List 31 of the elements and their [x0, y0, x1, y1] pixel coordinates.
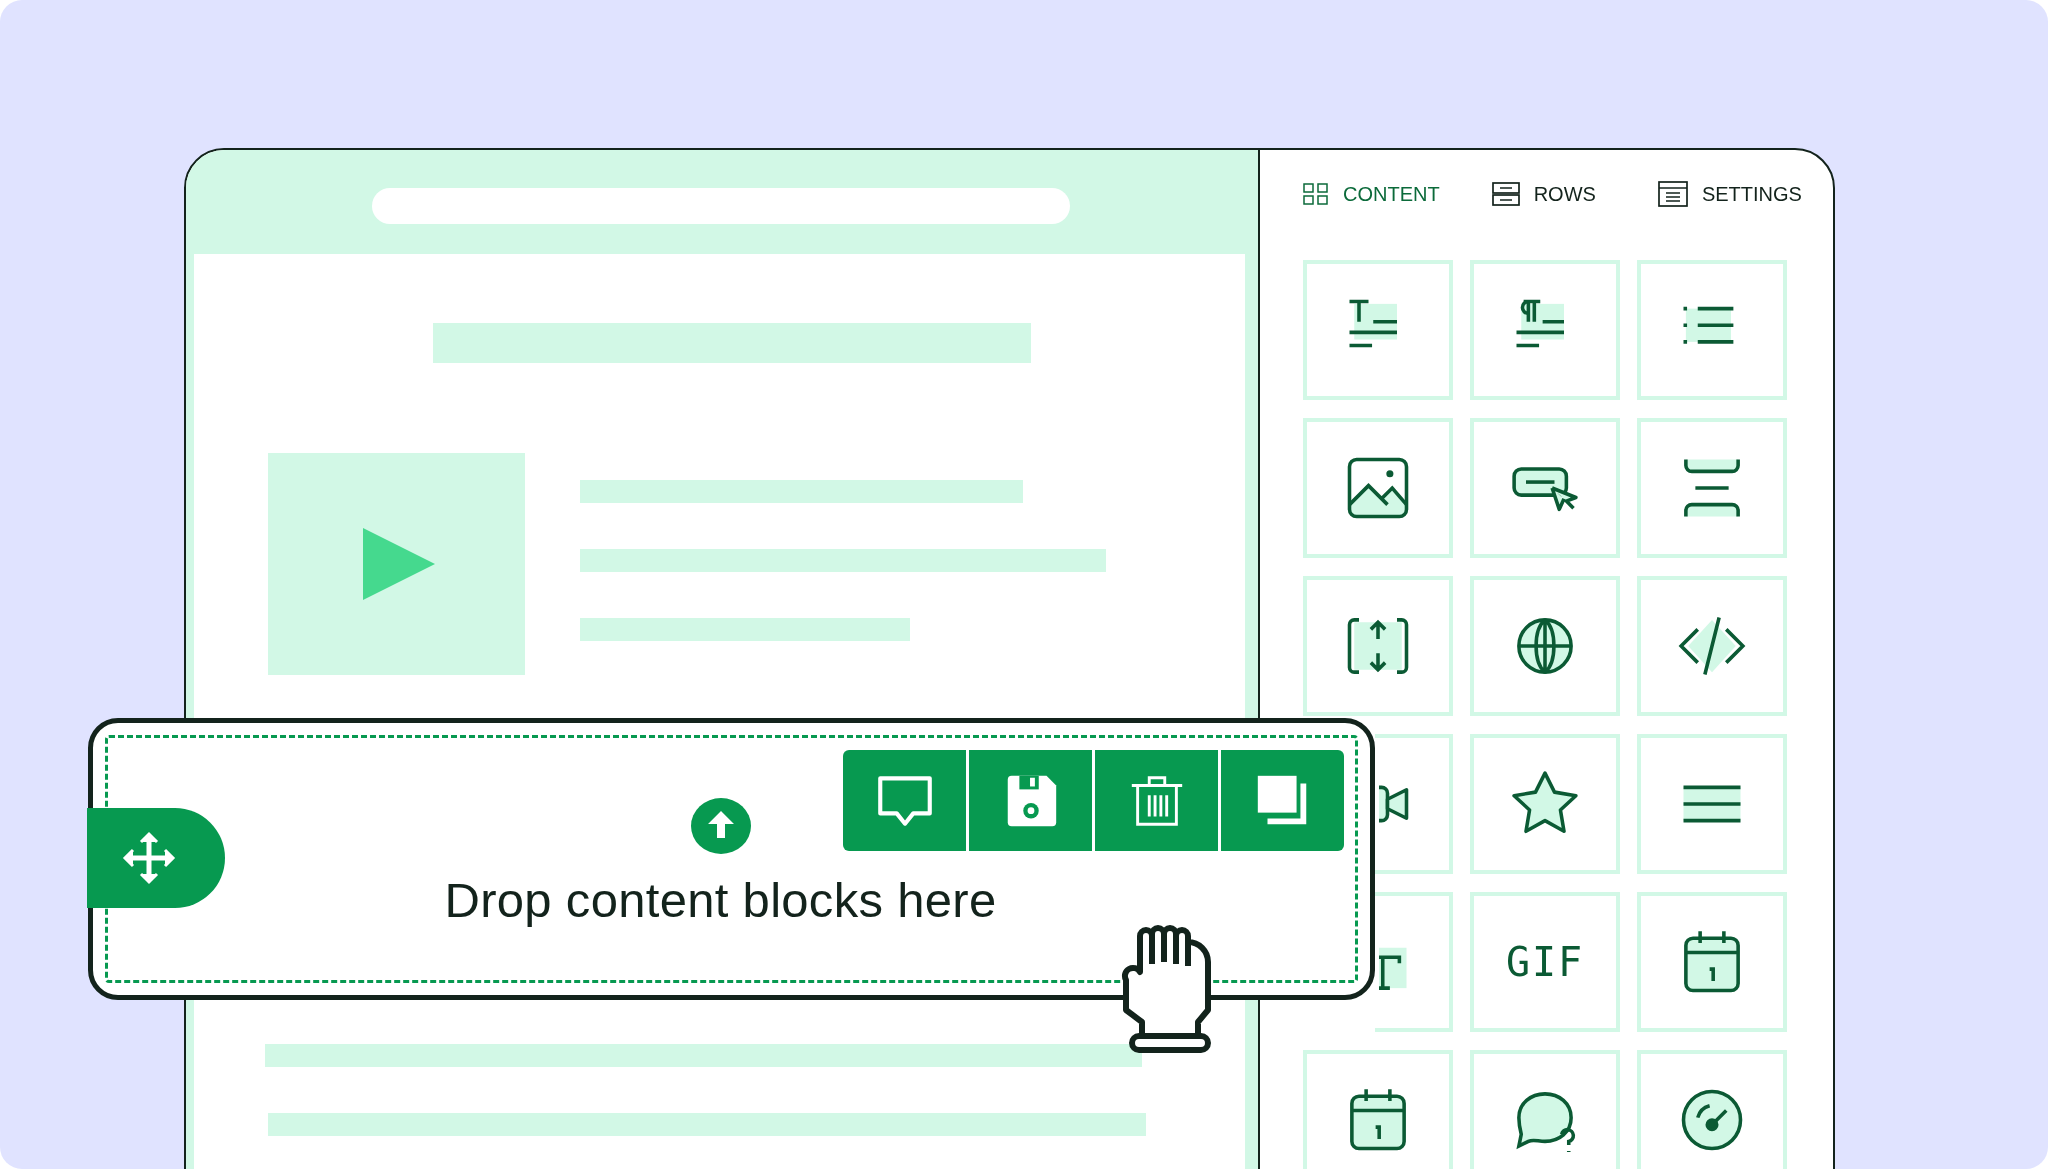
settings-panel-icon — [1657, 181, 1688, 207]
content-block-tile[interactable] — [1470, 1050, 1620, 1169]
content-block-tile[interactable] — [1637, 418, 1787, 558]
content-block-tile[interactable] — [1470, 418, 1620, 558]
comment-button[interactable] — [843, 750, 966, 851]
content-block-tile[interactable] — [1637, 892, 1787, 1032]
grid-icon — [1303, 183, 1329, 205]
content-block-tile[interactable] — [1470, 734, 1620, 874]
content-block-tile[interactable] — [1303, 418, 1453, 558]
content-block-tile[interactable] — [1470, 576, 1620, 716]
move-handle[interactable] — [87, 808, 225, 908]
save-button[interactable] — [969, 750, 1092, 851]
play-icon — [362, 528, 435, 600]
delete-button[interactable] — [1095, 750, 1218, 851]
content-block-tile[interactable] — [1637, 576, 1787, 716]
content-block-tile[interactable] — [1637, 1050, 1787, 1169]
content-block-tile[interactable] — [1470, 260, 1620, 400]
panel-tab[interactable]: ROWS — [1491, 182, 1596, 206]
content-block-tile[interactable]: GIF — [1470, 892, 1620, 1032]
panel-tab[interactable]: CONTENT — [1303, 182, 1440, 206]
gif-label: GIF — [1505, 939, 1585, 985]
content-block-tile[interactable] — [1303, 260, 1453, 400]
content-block-tile[interactable] — [1637, 734, 1787, 874]
panel-tab[interactable]: SETTINGS — [1657, 181, 1802, 207]
content-block-tile[interactable] — [1303, 576, 1453, 716]
move-icon — [121, 830, 177, 886]
drop-hint: Drop content blocks here — [444, 872, 997, 928]
rows-icon — [1491, 182, 1520, 206]
duplicate-button[interactable] — [1221, 750, 1344, 851]
content-block-tile[interactable] — [1303, 1050, 1453, 1169]
content-block-tile[interactable] — [1637, 260, 1787, 400]
